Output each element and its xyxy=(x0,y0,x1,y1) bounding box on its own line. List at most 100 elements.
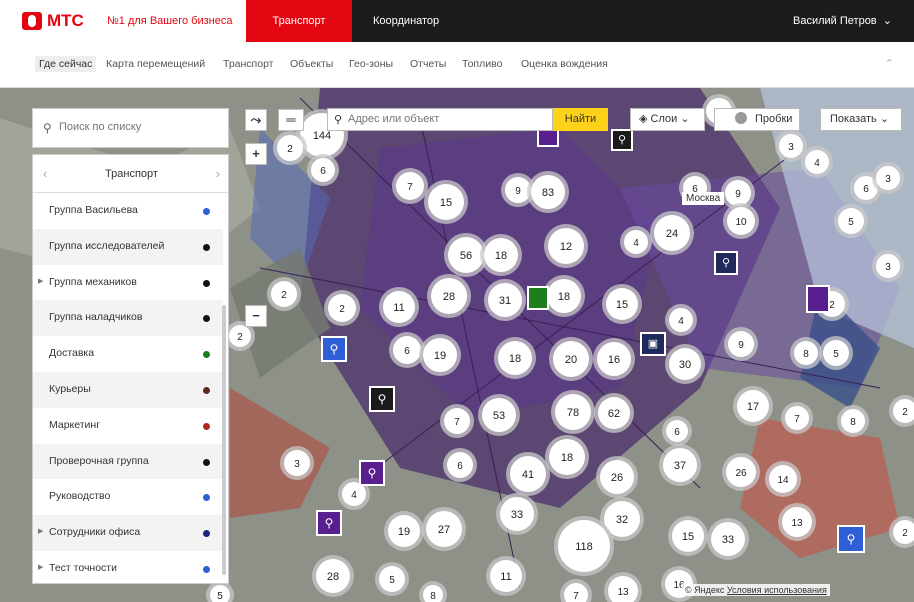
vehicle-cluster[interactable]: 15 xyxy=(602,284,642,324)
zoom-out-button[interactable]: − xyxy=(245,305,267,327)
vehicle-cluster[interactable]: 3 xyxy=(280,446,314,480)
terms-link[interactable]: Условия использования xyxy=(727,585,827,595)
list-search-input[interactable] xyxy=(59,121,219,133)
vehicle-marker-icon[interactable]: ⚲ xyxy=(837,525,865,553)
vehicle-cluster[interactable]: 10 xyxy=(723,203,759,239)
vehicle-marker-icon[interactable] xyxy=(806,285,830,313)
vehicle-cluster[interactable]: 4 xyxy=(665,304,697,336)
vehicle-cluster[interactable]: 24 xyxy=(650,211,694,255)
vehicle-cluster[interactable]: 5 xyxy=(834,204,868,238)
vehicle-marker-icon[interactable]: ⚲ xyxy=(359,460,385,486)
vehicle-cluster[interactable]: 8 xyxy=(419,581,447,602)
vehicle-cluster[interactable]: 7 xyxy=(392,168,428,204)
vehicle-cluster[interactable]: 26 xyxy=(722,453,760,491)
vehicle-cluster[interactable]: 19 xyxy=(419,334,461,376)
list-item[interactable]: Группа исследователей xyxy=(33,228,223,265)
vehicle-cluster[interactable]: 6 xyxy=(307,154,339,186)
chevron-right-icon[interactable]: › xyxy=(216,166,220,181)
vehicle-cluster[interactable]: 17 xyxy=(733,386,773,426)
expand-arrow-icon[interactable]: ▶ xyxy=(38,527,43,535)
vehicle-cluster[interactable]: 28 xyxy=(312,555,354,597)
vehicle-cluster[interactable]: 2 xyxy=(273,131,307,165)
vehicle-cluster[interactable]: 30 xyxy=(665,344,705,384)
vehicle-cluster[interactable]: 53 xyxy=(478,394,520,436)
vehicle-marker-icon[interactable] xyxy=(527,286,549,310)
vehicle-cluster[interactable]: 7 xyxy=(440,404,474,438)
vehicle-cluster[interactable]: 7 xyxy=(560,579,592,602)
vehicle-cluster[interactable]: 33 xyxy=(496,493,538,535)
address-search[interactable]: ⚲ xyxy=(327,108,553,131)
list-item[interactable]: ▶ Сотрудники офиса xyxy=(33,515,223,551)
address-search-input[interactable] xyxy=(348,113,548,125)
vehicle-cluster[interactable]: 6 xyxy=(443,448,477,482)
ruler-tool-icon[interactable]: ═ xyxy=(278,109,304,131)
list-item[interactable]: ▶ Группа механиков xyxy=(33,265,223,301)
vehicle-cluster[interactable]: 8 xyxy=(837,405,869,437)
subnav-geozones[interactable]: Гео-зоны xyxy=(349,58,393,70)
vehicle-cluster[interactable]: 2 xyxy=(889,516,914,548)
vehicle-cluster[interactable]: 118 xyxy=(554,516,614,576)
list-item[interactable]: Руководство xyxy=(33,479,223,515)
vehicle-cluster[interactable]: 16 xyxy=(593,338,635,380)
list-item[interactable]: ▶ Тест точности xyxy=(33,551,223,583)
subnav-movement-map[interactable]: Карта перемещений xyxy=(106,58,205,70)
list-item[interactable]: Группа Васильева xyxy=(33,193,223,229)
traffic-button[interactable]: Пробки xyxy=(714,108,800,131)
vehicle-cluster[interactable]: 2 xyxy=(889,395,914,427)
vehicle-cluster[interactable]: 9 xyxy=(724,327,758,361)
subnav-reports[interactable]: Отчеты xyxy=(410,58,446,70)
vehicle-cluster[interactable]: 18 xyxy=(494,337,536,379)
vehicle-cluster[interactable]: 33 xyxy=(707,518,749,560)
vehicle-marker-icon[interactable]: ⚲ xyxy=(369,386,395,412)
subnav-transport[interactable]: Транспорт xyxy=(223,58,274,70)
list-item[interactable]: Группа наладчиков xyxy=(33,300,223,337)
vehicle-marker-icon[interactable]: ⚲ xyxy=(321,336,347,362)
vehicle-cluster[interactable]: 3 xyxy=(872,250,904,282)
vehicle-cluster[interactable]: 5 xyxy=(375,562,409,596)
vehicle-cluster[interactable]: 20 xyxy=(549,337,593,381)
tab-coordinator[interactable]: Координатор xyxy=(373,0,439,42)
show-button[interactable]: Показать ⌄ xyxy=(820,108,902,131)
vehicle-cluster[interactable]: 14 xyxy=(765,461,801,497)
vehicle-cluster[interactable]: 19 xyxy=(384,511,424,551)
vehicle-cluster[interactable]: 2 xyxy=(267,277,301,311)
layers-button[interactable]: ◈ Слои ⌄ xyxy=(630,108,705,131)
list-item[interactable]: Доставка xyxy=(33,336,223,372)
vehicle-cluster[interactable]: 7 xyxy=(781,402,813,434)
vehicle-cluster[interactable]: 15 xyxy=(668,516,708,556)
vehicle-cluster[interactable]: 18 xyxy=(543,275,585,317)
vehicle-cluster[interactable]: 12 xyxy=(544,224,588,268)
vehicle-cluster[interactable]: 5 xyxy=(819,336,853,370)
vehicle-cluster[interactable]: 31 xyxy=(484,279,526,321)
subnav-driving-score[interactable]: Оценка вождения xyxy=(521,58,608,70)
vehicle-cluster[interactable]: 26 xyxy=(596,456,638,498)
vehicle-cluster[interactable]: 4 xyxy=(801,146,833,178)
vehicle-cluster[interactable]: 13 xyxy=(604,572,642,602)
bus-marker-icon[interactable]: ▣ xyxy=(640,332,666,356)
vehicle-cluster[interactable]: 28 xyxy=(427,274,471,318)
find-button[interactable]: Найти xyxy=(553,108,608,131)
collapse-icon[interactable]: ⌃ xyxy=(885,57,894,70)
vehicle-cluster[interactable]: 62 xyxy=(594,393,634,433)
route-tool-button[interactable]: ⤳ xyxy=(245,109,267,131)
list-scrollbar[interactable] xyxy=(222,305,226,575)
vehicle-cluster[interactable]: 78 xyxy=(551,390,595,434)
vehicle-cluster[interactable]: 4 xyxy=(620,226,652,258)
vehicle-cluster[interactable]: 5 xyxy=(206,581,234,602)
vehicle-cluster[interactable]: 41 xyxy=(506,452,550,496)
subnav-where-now[interactable]: Где сейчас xyxy=(35,56,97,72)
vehicle-cluster[interactable]: 18 xyxy=(545,435,589,479)
tab-transport[interactable]: Транспорт xyxy=(246,0,352,42)
subnav-fuel[interactable]: Топливо xyxy=(462,58,502,70)
vehicle-cluster[interactable]: 18 xyxy=(480,234,522,276)
vehicle-cluster[interactable]: 8 xyxy=(790,337,822,369)
vehicle-cluster[interactable]: 6 xyxy=(662,416,692,446)
vehicle-cluster[interactable]: 37 xyxy=(659,444,701,486)
vehicle-cluster[interactable]: 2 xyxy=(324,290,360,326)
vehicle-cluster[interactable]: 6 xyxy=(389,332,425,368)
vehicle-cluster[interactable]: 27 xyxy=(422,507,466,551)
vehicle-marker-icon[interactable]: ⚲ xyxy=(714,251,738,275)
list-item[interactable]: Проверочная группа xyxy=(33,443,223,480)
vehicle-cluster[interactable]: 3 xyxy=(872,162,904,194)
subnav-objects[interactable]: Объекты xyxy=(290,58,333,70)
